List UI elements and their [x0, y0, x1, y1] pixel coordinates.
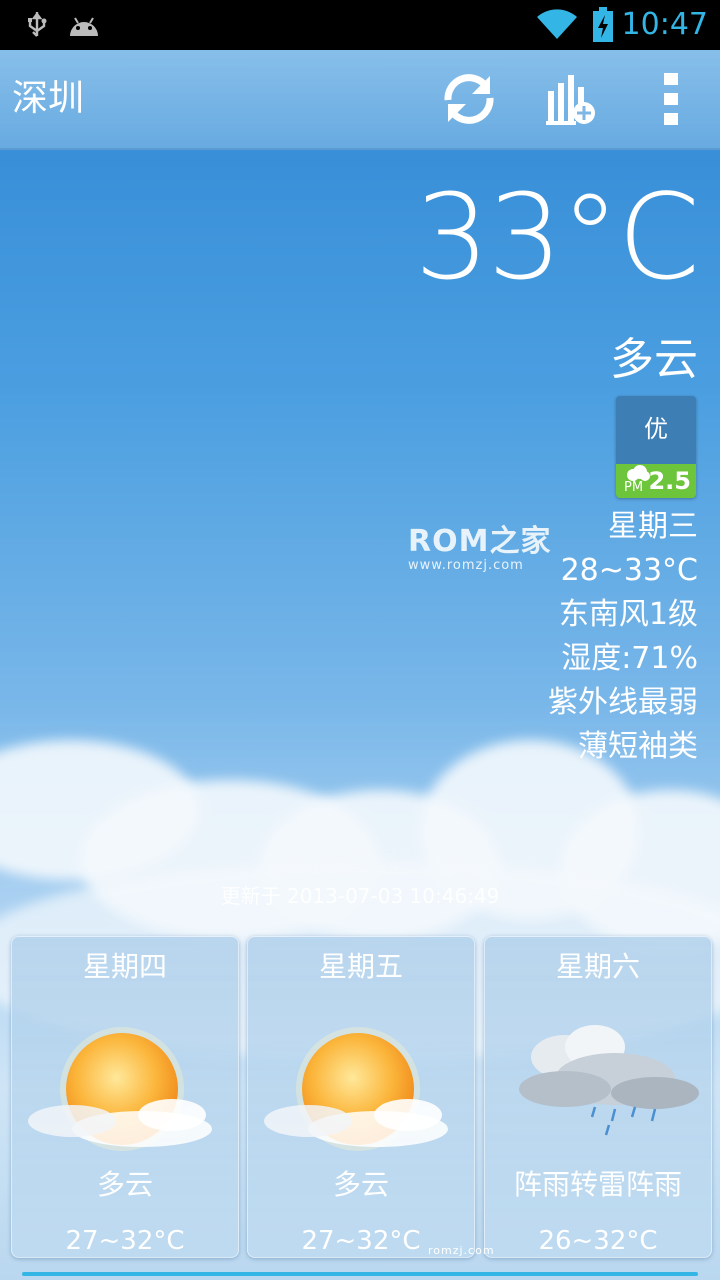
- forecast-condition: 阵雨转雷阵雨: [513, 1168, 682, 1201]
- forecast-day: 星期四: [82, 950, 167, 983]
- status-bar: 10:47: [0, 0, 720, 50]
- aqi-pm-value: 2.5: [648, 467, 691, 495]
- forecast-day: 星期五: [318, 950, 403, 983]
- wifi-icon: [536, 0, 578, 50]
- aqi-pm-label: PM: [624, 480, 644, 495]
- refresh-button[interactable]: [434, 64, 504, 134]
- sun-cloud-icon: [28, 1027, 212, 1151]
- add-chart-button[interactable]: [534, 64, 604, 134]
- pm-cloud-icon: [627, 465, 650, 481]
- usb-icon: [24, 0, 50, 50]
- battery-charging-icon: [592, 0, 614, 50]
- watermark-sub: www.romzj.com: [408, 558, 524, 573]
- forecast-card[interactable]: 星期四 多云 27~32°C: [11, 936, 239, 1258]
- clothing-index: 薄短袖类: [578, 729, 698, 764]
- aqi-level: 优: [644, 415, 668, 443]
- overflow-menu-icon: [664, 73, 678, 125]
- forecast-range: 27~32°C: [65, 1226, 185, 1256]
- status-time: 10:47: [621, 7, 708, 42]
- temperature-range: 28~33°C: [560, 553, 698, 588]
- forecast-condition: 多云: [96, 1168, 153, 1201]
- sun-cloud-icon: [264, 1027, 448, 1151]
- android-debug-icon: [68, 0, 100, 50]
- romzj-watermark: ROM之家 www.romzj.com: [408, 516, 551, 573]
- watermark-small: romzj.com: [428, 1244, 495, 1257]
- uv-index: 紫外线最弱: [548, 685, 698, 720]
- forecast-card[interactable]: 星期五 多云 27~32°C: [247, 936, 475, 1258]
- aqi-pm-bar: PM 2.5: [616, 464, 696, 498]
- forecast-range: 26~32°C: [538, 1226, 658, 1256]
- overflow-menu-button[interactable]: [636, 64, 706, 134]
- add-chart-icon: [546, 75, 595, 125]
- current-temperature: 33°C: [414, 168, 700, 306]
- thunder-rain-cloud-icon: [519, 1025, 699, 1136]
- forecast-day: 星期六: [555, 950, 640, 983]
- page-indicator: [22, 1272, 698, 1276]
- air-quality-badge[interactable]: 优 PM 2.5: [616, 396, 696, 498]
- update-time: 更新于 2013-07-03 10:46:49: [220, 884, 500, 908]
- forecast-card[interactable]: 星期六 阵雨转雷阵雨 26~32°C: [484, 936, 712, 1258]
- current-condition: 多云: [610, 334, 698, 385]
- weekday: 星期三: [608, 509, 698, 544]
- city-title[interactable]: 深圳: [12, 50, 84, 148]
- watermark-main: ROM之家: [408, 524, 552, 559]
- forecast-condition: 多云: [332, 1168, 389, 1201]
- humidity: 湿度:71%: [561, 641, 698, 676]
- weather-details: 星期三 28~33°C 东南风1级 湿度:71% 紫外线最弱 薄短袖类: [548, 505, 698, 769]
- refresh-icon: [444, 74, 494, 124]
- action-bar: 深圳: [0, 50, 720, 150]
- wind: 东南风1级: [558, 597, 698, 632]
